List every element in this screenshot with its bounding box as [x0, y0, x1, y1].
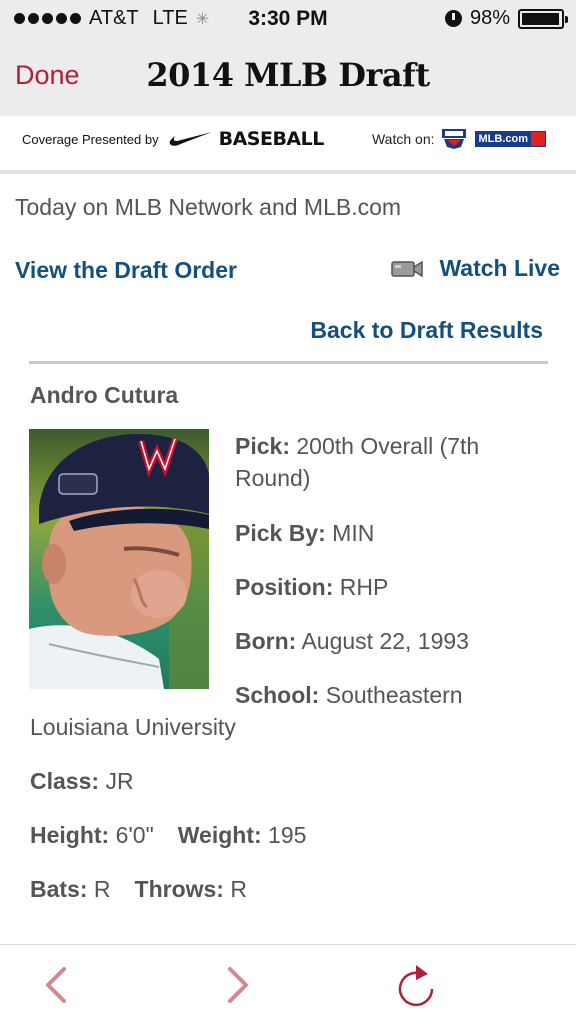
forward-button[interactable] [216, 963, 260, 1007]
class-value: JR [105, 768, 134, 794]
born-detail: Born: August 22, 1993 [235, 625, 469, 657]
battery-percent: 98% [469, 7, 510, 29]
navigation-bar: Done 2014 MLB Draft [0, 40, 576, 116]
height-weight-detail: Height: 6'0" Weight: 195 [30, 819, 306, 851]
position-label: Position: [235, 574, 334, 600]
school-value-continued: Louisiana University [30, 714, 236, 740]
bats-throws-detail: Bats: R Throws: R [30, 873, 247, 905]
position-value: RHP [339, 574, 389, 600]
player-name: Andro Cutura [30, 382, 179, 408]
mlbcom-logo-mark [531, 132, 545, 146]
class-detail: Class: JR [30, 765, 134, 797]
chevron-left-icon [46, 967, 66, 1003]
school-value: Southeastern [325, 682, 463, 708]
chevron-right-icon [228, 967, 248, 1003]
reload-icon [398, 965, 434, 1007]
today-on-text: Today on MLB Network and MLB.com [15, 194, 402, 220]
page-title: 2014 MLB Draft [146, 56, 430, 94]
pick-by-value: MIN [332, 520, 375, 546]
divider [29, 361, 548, 364]
watch-live-link[interactable]: Watch Live [391, 255, 560, 282]
class-label: Class: [30, 768, 100, 794]
mlbcom-logo-icon[interactable]: MLB.com [474, 131, 546, 147]
coverage-text: Coverage Presented by [22, 131, 159, 147]
baseball-brand-text: BASEBALL [218, 128, 325, 150]
reload-button[interactable] [394, 963, 438, 1007]
school-detail: School: Southeastern [235, 679, 463, 711]
born-label: Born: [235, 628, 297, 654]
nike-swoosh-icon [169, 132, 212, 146]
back-to-draft-results-link[interactable]: Back to Draft Results [310, 317, 543, 344]
status-bar: AT&T LTE ✳ 3:30 PM 98% [0, 0, 576, 40]
school-label: School: [235, 682, 320, 708]
bottom-toolbar [0, 944, 576, 1024]
mlbcom-logo-text: MLB.com [475, 131, 531, 147]
alarm-icon [444, 10, 462, 27]
sponsor-left: Coverage Presented by BASEBALL [22, 128, 324, 150]
battery-icon [518, 8, 568, 29]
height-label: Height: [30, 822, 110, 848]
throws-label: Throws: [134, 876, 224, 902]
bats-value: R [93, 876, 111, 902]
sponsor-banner: Coverage Presented by BASEBALL Watch on:… [0, 116, 576, 174]
watch-on-label: Watch on: [371, 131, 435, 147]
mlb-network-logo-icon[interactable] [441, 128, 467, 150]
view-draft-order-link[interactable]: View the Draft Order [15, 257, 237, 284]
video-camera-icon [391, 260, 424, 277]
height-value: 6'0" [115, 822, 154, 848]
position-detail: Position: RHP [235, 571, 388, 603]
watch-live-label: Watch Live [439, 255, 560, 281]
weight-label: Weight: [177, 822, 262, 848]
weight-value: 195 [268, 822, 307, 848]
player-photo [29, 429, 209, 689]
throws-value: R [230, 876, 247, 902]
sponsor-right: Watch on: MLB.com [372, 128, 546, 150]
bats-label: Bats: [30, 876, 88, 902]
pick-by-label: Pick By: [235, 520, 326, 546]
pick-by-detail: Pick By: MIN [235, 517, 374, 549]
pick-detail: Pick: 200th Overall (7th Round) [235, 430, 535, 494]
back-button[interactable] [34, 963, 78, 1007]
status-right: 98% [444, 7, 568, 30]
born-value: August 22, 1993 [301, 628, 469, 654]
pick-label: Pick: [235, 433, 290, 459]
